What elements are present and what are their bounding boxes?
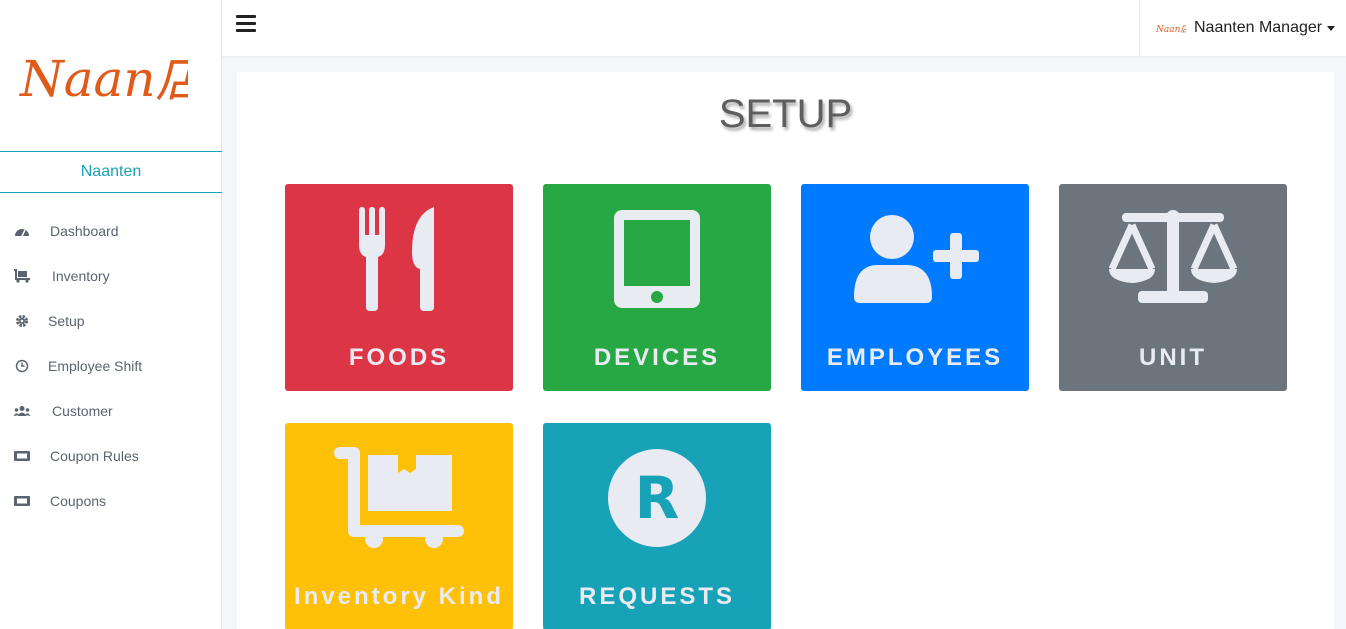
unit-tile[interactable]: UNIT: [1059, 184, 1287, 391]
sidebar-item-label: Setup: [48, 312, 85, 329]
naanten-mini-logo: Naan店: [1156, 24, 1186, 34]
caret-down-icon: [1327, 25, 1336, 31]
sidebar-item-inventory[interactable]: Inventory: [0, 253, 222, 298]
sidebar-item-label: Coupon Rules: [50, 447, 139, 464]
utensils-icon: [285, 204, 513, 314]
tile-label: FOODS: [348, 344, 450, 371]
ticket-icon: [11, 494, 33, 508]
logo-text: Naan店: [19, 50, 188, 108]
sidebar-item-label: Customer: [52, 402, 113, 419]
tile-label: DEVICES: [593, 344, 721, 371]
foods-tile[interactable]: FOODS: [285, 184, 513, 391]
employees-tile[interactable]: EMPLOYEES: [801, 184, 1029, 391]
inventory-kind-tile[interactable]: Inventory Kind: [285, 423, 513, 629]
sidebar-item-label: Coupons: [50, 492, 107, 509]
user-name: Naanten Manager: [1194, 19, 1323, 36]
balance-scale-icon: [1059, 204, 1287, 314]
naanten-logo[interactable]: Naan店: [18, 38, 188, 108]
clock-icon: [11, 359, 33, 373]
sidebar-item-label: Employee Shift: [48, 357, 143, 374]
setup-panel: SETUP FOODS DEVICES EMPLOYEES UNIT Inven…: [237, 72, 1334, 629]
tile-label: Inventory Kind: [293, 583, 504, 610]
page-title: SETUP: [718, 92, 853, 136]
tile-label: UNIT: [1139, 344, 1207, 371]
users-icon: [11, 404, 33, 418]
tile-label: REQUESTS: [578, 583, 736, 610]
sidebar-item-coupon-rules[interactable]: Coupon Rules: [0, 433, 222, 478]
menu-toggle-icon[interactable]: [236, 15, 256, 33]
tachometer-icon: [11, 224, 33, 238]
tablet-icon: [543, 204, 771, 314]
sidebar-item-dashboard[interactable]: Dashboard: [0, 208, 222, 253]
requests-tile[interactable]: R REQUESTS: [543, 423, 771, 629]
sidebar-item-customer[interactable]: Customer: [0, 388, 222, 433]
sidebar-item-label: Inventory: [52, 267, 110, 284]
svg-text:R: R: [635, 464, 680, 532]
sidebar-item-label: Dashboard: [50, 222, 119, 239]
sidebar-item-employee-shift[interactable]: Employee Shift: [0, 343, 222, 388]
user-menu-dropdown[interactable]: Naan店 Naanten Manager: [1139, 0, 1346, 56]
sidebar-brand: Naanten: [0, 151, 222, 193]
sidebar-nav: Dashboard Inventory Setup Employee Shift…: [0, 208, 222, 523]
ticket-icon: [11, 449, 33, 463]
sidebar-item-coupons[interactable]: Coupons: [0, 478, 222, 523]
dolly-box-icon: [285, 443, 513, 553]
topbar: Naan店 Naanten Manager: [222, 0, 1346, 56]
gear-icon: [11, 314, 33, 328]
user-plus-icon: [801, 204, 1029, 314]
tile-label: EMPLOYEES: [826, 344, 1004, 371]
svg-text:Naan店: Naan店: [1156, 24, 1186, 34]
dolly-icon: [11, 268, 33, 283]
sidebar-item-setup[interactable]: Setup: [0, 298, 222, 343]
sidebar: Naan店 Naanten Dashboard Inventory Setup …: [0, 0, 222, 629]
registered-icon: R: [543, 443, 771, 553]
devices-tile[interactable]: DEVICES: [543, 184, 771, 391]
